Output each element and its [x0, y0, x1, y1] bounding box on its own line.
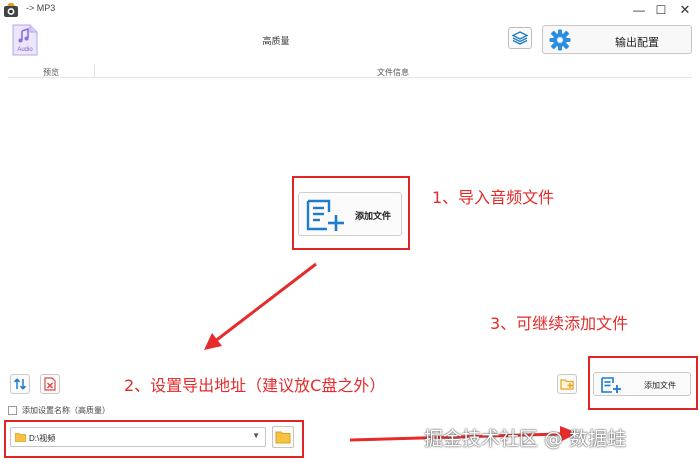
browse-folder-button[interactable]: [272, 426, 294, 448]
watermark: 掘金技术社区 @ 数据蛙: [424, 428, 627, 450]
sort-arrows-icon: [13, 378, 27, 390]
add-folder-button[interactable]: [557, 374, 577, 394]
folder-icon: [15, 433, 26, 442]
append-setting-name-option[interactable]: 添加设置名称（高质量）: [8, 405, 110, 416]
add-folder-icon: [560, 379, 574, 390]
add-file-label: 添加文件: [644, 381, 676, 390]
chevron-down-icon: ▼: [252, 431, 260, 440]
delete-button[interactable]: [40, 374, 60, 394]
output-path-value: D:\视频: [29, 434, 56, 443]
append-setting-checkbox[interactable]: [8, 406, 17, 415]
sort-button[interactable]: [10, 374, 30, 394]
output-path-select[interactable]: D:\视频 ▼: [10, 427, 266, 447]
append-setting-label: 添加设置名称（高质量）: [22, 406, 110, 415]
open-folder-icon: [275, 431, 291, 444]
add-file-button[interactable]: 添加文件: [593, 372, 691, 396]
arrow-to-path-head: [204, 333, 222, 350]
arrow-to-path: [213, 262, 317, 344]
add-file-icon: [601, 377, 621, 393]
delete-file-icon: [44, 377, 56, 391]
